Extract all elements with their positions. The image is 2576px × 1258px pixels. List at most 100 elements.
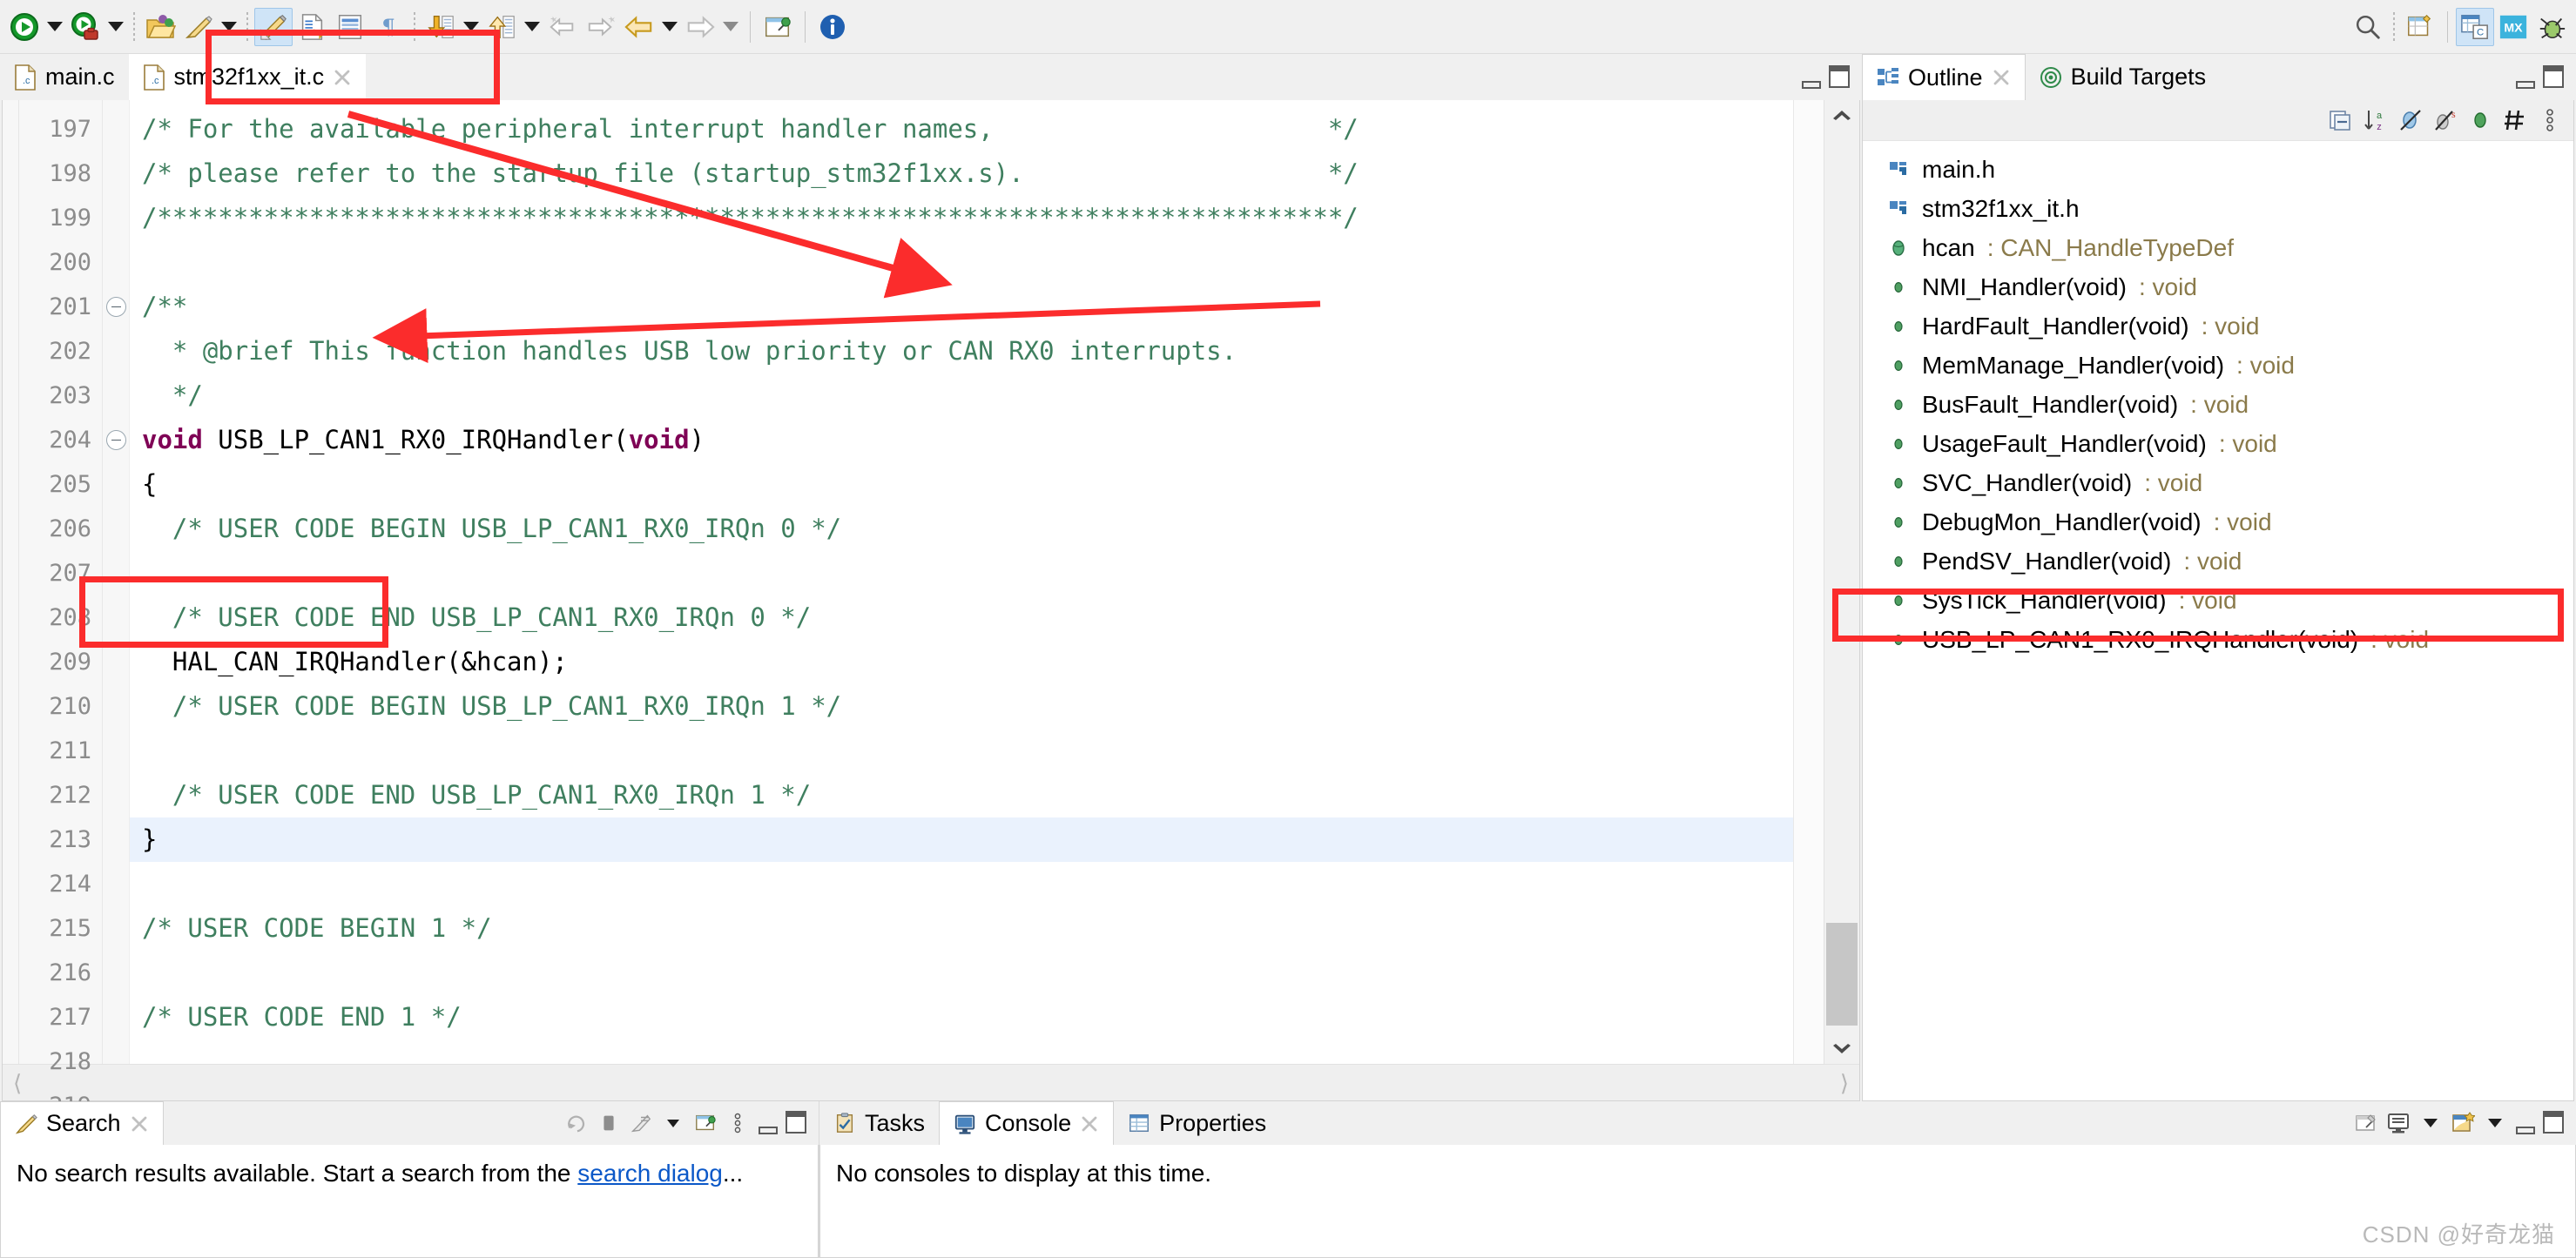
- code-line[interactable]: /* USER CODE BEGIN USB_LP_CAN1_RX0_IRQn …: [130, 684, 1793, 729]
- quick-access-search[interactable]: [2349, 8, 2387, 46]
- editor-tab-stm32f1xx-it-c[interactable]: .c stm32f1xx_it.c: [128, 54, 367, 100]
- build-dropdown[interactable]: [218, 8, 240, 46]
- debug-button[interactable]: [66, 8, 105, 46]
- code-line[interactable]: /**: [130, 285, 1793, 329]
- code-line[interactable]: [130, 551, 1793, 595]
- forward-dropdown[interactable]: [719, 8, 742, 46]
- run-dropdown[interactable]: [44, 8, 66, 46]
- outline-item[interactable]: HardFault_Handler(void) : void: [1887, 306, 2573, 346]
- outline-item[interactable]: BusFault_Handler(void) : void: [1887, 385, 2573, 424]
- new-c-project-button[interactable]: [254, 7, 293, 46]
- perspective-c-cpp[interactable]: C: [2456, 7, 2494, 46]
- chevron-right-icon[interactable]: ⟩: [1840, 1072, 1849, 1094]
- code-line[interactable]: /* USER CODE END USB_LP_CAN1_RX0_IRQn 1 …: [130, 773, 1793, 817]
- code-line[interactable]: [130, 240, 1793, 285]
- code-line[interactable]: [130, 862, 1793, 906]
- previous-searches-dropdown[interactable]: [660, 1110, 686, 1136]
- code-line[interactable]: }: [130, 817, 1793, 862]
- open-element-button[interactable]: [141, 8, 179, 46]
- editor-horizontal-scrollbar[interactable]: ⟨ ⟩: [3, 1064, 1859, 1100]
- code-line[interactable]: [130, 1039, 1793, 1064]
- maximize-outline-button[interactable]: [2543, 64, 2566, 90]
- outline-item[interactable]: hcan : CAN_HandleTypeDef: [1887, 228, 2573, 267]
- perspective-debug[interactable]: [2532, 8, 2571, 46]
- hide-nonpublic-icon[interactable]: [2467, 107, 2493, 133]
- scroll-track[interactable]: [1824, 130, 1859, 1034]
- outline-item[interactable]: UsageFault_Handler(void) : void: [1887, 424, 2573, 463]
- new-source-file-button[interactable]: [293, 8, 331, 46]
- outline-item[interactable]: SVC_Handler(void) : void: [1887, 463, 2573, 502]
- fold-collapse-icon[interactable]: [103, 285, 129, 329]
- run-button[interactable]: [5, 8, 44, 46]
- tab-search[interactable]: Search: [0, 1101, 164, 1145]
- minimize-editor-button[interactable]: [1800, 66, 1823, 89]
- previous-searches-icon[interactable]: [628, 1110, 654, 1136]
- code-line[interactable]: {: [130, 462, 1793, 507]
- information-button[interactable]: [813, 8, 852, 46]
- forward-button[interactable]: [681, 8, 719, 46]
- minimize-console-button[interactable]: [2514, 1112, 2537, 1134]
- close-icon[interactable]: [1992, 68, 2011, 87]
- perspective-mx[interactable]: MX: [2494, 8, 2532, 46]
- back-button[interactable]: [620, 8, 658, 46]
- rerun-search-icon[interactable]: [563, 1110, 590, 1136]
- console-display-dropdown[interactable]: [2418, 1110, 2444, 1136]
- open-console-dropdown[interactable]: [2482, 1110, 2508, 1136]
- outline-item[interactable]: main.h: [1887, 150, 2573, 189]
- view-menu-icon[interactable]: [725, 1110, 751, 1136]
- code-line[interactable]: /* USER CODE BEGIN USB_LP_CAN1_RX0_IRQn …: [130, 507, 1793, 551]
- hide-static-icon[interactable]: s: [2432, 107, 2458, 133]
- toggle-mark-occurrences-button[interactable]: ¶: [369, 8, 408, 46]
- outline-item[interactable]: DebugMon_Handler(void) : void: [1887, 502, 2573, 542]
- new-folder-button[interactable]: [331, 8, 369, 46]
- code-line[interactable]: void USB_LP_CAN1_RX0_IRQHandler(void): [130, 418, 1793, 462]
- code-line[interactable]: */: [130, 373, 1793, 418]
- tab-build-targets[interactable]: Build Targets: [2025, 54, 2221, 100]
- maximize-editor-button[interactable]: [1829, 64, 1851, 90]
- next-annotation-button[interactable]: [421, 8, 460, 46]
- overview-ruler[interactable]: [1793, 100, 1824, 1064]
- code-text-area[interactable]: /* For the available peripheral interrup…: [130, 100, 1793, 1064]
- hide-fields-icon[interactable]: [2397, 107, 2424, 133]
- minimize-outline-button[interactable]: [2514, 66, 2537, 89]
- code-line[interactable]: /* USER CODE END 1 */: [130, 995, 1793, 1039]
- last-edit-location-button[interactable]: [543, 8, 582, 46]
- back-dropdown[interactable]: [658, 8, 681, 46]
- tab-properties[interactable]: Properties: [1114, 1101, 1281, 1145]
- console-display-icon[interactable]: [2385, 1110, 2411, 1136]
- pin-window-icon[interactable]: [692, 1110, 718, 1136]
- pin-editor-button[interactable]: [759, 8, 797, 46]
- next-annotation-dropdown[interactable]: [460, 8, 482, 46]
- build-all-button[interactable]: [179, 8, 218, 46]
- code-line[interactable]: HAL_CAN_IRQHandler(&hcan);: [130, 640, 1793, 684]
- code-line[interactable]: * @brief This function handles USB low p…: [130, 329, 1793, 373]
- outline-item[interactable]: PendSV_Handler(void) : void: [1887, 542, 2573, 581]
- outline-item[interactable]: SysTick_Handler(void) : void: [1887, 581, 2573, 620]
- outline-tree[interactable]: main.h stm32f1xx_it.h hcan : CAN_HandleTyp…: [1863, 141, 2573, 1100]
- close-icon[interactable]: [130, 1114, 149, 1134]
- outline-item[interactable]: NMI_Handler(void) : void: [1887, 267, 2573, 306]
- sort-az-icon[interactable]: az: [2363, 107, 2389, 133]
- open-perspective-button[interactable]: [2401, 8, 2439, 46]
- previous-annotation-dropdown[interactable]: [521, 8, 543, 46]
- pin-window-icon[interactable]: [2353, 1110, 2379, 1136]
- close-icon[interactable]: [1080, 1114, 1099, 1134]
- hide-macros-icon[interactable]: [2502, 107, 2528, 133]
- close-icon[interactable]: [333, 68, 352, 87]
- code-line[interactable]: /* please refer to the startup file (sta…: [130, 151, 1793, 196]
- tab-console[interactable]: Console: [939, 1101, 1115, 1145]
- tab-tasks[interactable]: Tasks: [819, 1101, 940, 1145]
- view-menu-icon[interactable]: [2537, 107, 2563, 133]
- maximize-console-button[interactable]: [2543, 1111, 2566, 1135]
- collapse-all-icon[interactable]: [2328, 107, 2354, 133]
- outline-item[interactable]: stm32f1xx_it.h: [1887, 189, 2573, 228]
- code-line[interactable]: [130, 729, 1793, 773]
- fold-collapse-icon[interactable]: [103, 418, 129, 462]
- forward-star-button[interactable]: [582, 8, 620, 46]
- code-line[interactable]: /* USER CODE END USB_LP_CAN1_RX0_IRQn 0 …: [130, 595, 1793, 640]
- outline-item[interactable]: USB_LP_CAN1_RX0_IRQHandler(void) : void: [1887, 620, 2573, 659]
- code-line[interactable]: /* USER CODE BEGIN 1 */: [130, 906, 1793, 951]
- minimize-search-button[interactable]: [757, 1112, 779, 1134]
- scroll-up-arrow-icon[interactable]: [1824, 100, 1859, 130]
- search-dialog-link[interactable]: search dialog: [577, 1160, 723, 1187]
